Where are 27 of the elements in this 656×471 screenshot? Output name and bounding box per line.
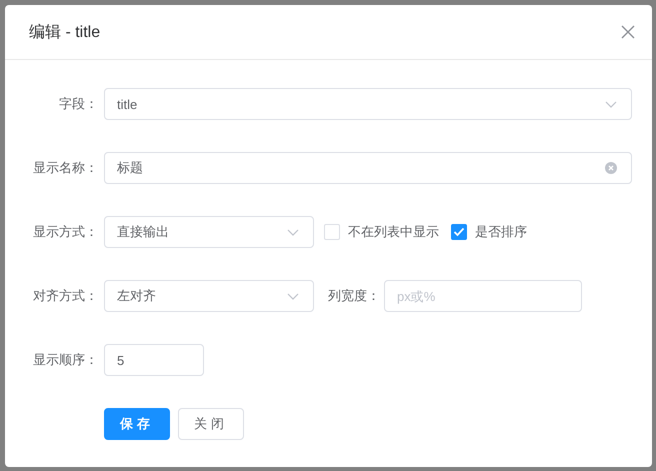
- chevron-down-icon: [287, 228, 299, 236]
- select-field[interactable]: title: [104, 88, 632, 120]
- checkbox[interactable]: [451, 224, 467, 240]
- close-button[interactable]: 关闭: [178, 408, 244, 440]
- select-value: 左对齐: [117, 287, 156, 305]
- clear-icon[interactable]: [605, 162, 617, 174]
- select-field[interactable]: 左对齐: [104, 280, 314, 312]
- save-button[interactable]: 保存: [104, 408, 170, 440]
- input-value: 标题: [117, 159, 143, 177]
- field-label: 显示名称：: [32, 159, 98, 177]
- field-label: 字段：: [58, 95, 98, 113]
- input-field[interactable]: px或%: [384, 280, 582, 312]
- field-label: 列宽度：: [328, 287, 380, 305]
- dialog-title: 编辑 - title: [29, 22, 100, 42]
- select-value: title: [117, 96, 138, 112]
- field-label: 对齐方式：: [32, 287, 98, 305]
- close-icon[interactable]: [621, 25, 635, 39]
- field-label: 显示顺序：: [32, 351, 98, 369]
- checkbox-option[interactable]: 是否排序: [451, 223, 527, 241]
- checkbox-option[interactable]: 不在列表中显示: [324, 223, 439, 241]
- select-value: 直接输出: [117, 223, 169, 241]
- chevron-down-icon: [287, 292, 299, 300]
- input-field[interactable]: 5: [104, 344, 204, 376]
- input-field[interactable]: 标题: [104, 152, 632, 184]
- field-label: 显示方式：: [32, 223, 98, 241]
- select-field[interactable]: 直接输出: [104, 216, 314, 248]
- chevron-down-icon: [605, 100, 617, 108]
